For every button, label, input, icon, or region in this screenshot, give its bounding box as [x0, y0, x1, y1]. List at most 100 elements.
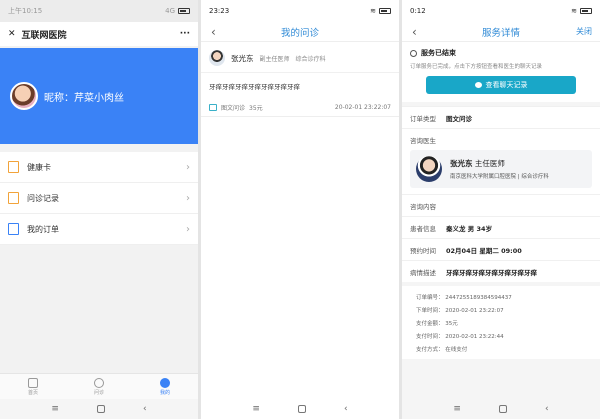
service-status: 服务已结束 订单服务已完成，点击下方按钮查看和医生的聊天记录 查看聊天记录: [402, 42, 600, 102]
row-label: 病情描述: [410, 268, 436, 277]
chat-bubble-icon: [474, 82, 482, 88]
back-icon[interactable]: ‹: [211, 25, 216, 39]
menu-item-label: 问诊记录: [27, 193, 59, 203]
order-icon: [8, 223, 19, 235]
back-icon[interactable]: ‹: [412, 25, 417, 39]
profile-banner: 昵称：芹菜小肉丝: [0, 48, 198, 144]
row-value: 牙痒牙痒牙痒牙痒牙痒牙痒牙痒: [446, 268, 537, 277]
menu-item-health-card[interactable]: 健康卡 ›: [0, 152, 198, 183]
row-label: 患者信息: [410, 224, 436, 233]
order-type-row: 订单类型 图文问诊: [402, 106, 600, 128]
view-chat-label: 查看聊天记录: [485, 81, 528, 89]
wifi-icon: ≋: [370, 7, 376, 15]
row-label: 咨询医生: [410, 136, 436, 145]
status-time: 23:23: [209, 7, 230, 15]
battery-icon: [580, 8, 592, 14]
menu-nav-icon[interactable]: ≡: [51, 404, 59, 414]
back-nav-icon[interactable]: ‹: [143, 404, 147, 414]
doctor-card[interactable]: 张光东 主任医师 南京医科大学附属口腔医院 | 综合诊疗科: [410, 150, 592, 188]
plus-circle-icon: [94, 377, 104, 388]
user-icon: [160, 377, 170, 388]
doctor-name: 张光东: [231, 53, 254, 63]
system-nav-bar: ≡ ‹: [201, 399, 399, 419]
bottom-tab-bar: 首页 问诊 我的: [0, 373, 198, 399]
doctor-title: 主任医师: [474, 159, 505, 168]
consult-text: 牙痒牙痒牙痒牙痒牙痒牙痒牙痒: [209, 83, 300, 91]
clock-icon: [410, 49, 417, 57]
consult-date: 20-02-01 23:22:07: [334, 104, 391, 111]
card-icon: [8, 161, 19, 173]
consult-content-row: 咨询内容: [402, 194, 600, 216]
status-title: 服务已结束: [421, 49, 456, 57]
header: ‹ 服务详情 关闭: [402, 22, 600, 42]
tab-label: 我的: [159, 389, 170, 396]
doctor-name: 张光东: [450, 159, 473, 168]
status-bar: 0:12 ≋: [402, 0, 600, 22]
consult-type: 图文问诊: [221, 105, 246, 112]
row-label: 咨询内容: [410, 202, 436, 211]
back-nav-icon[interactable]: ‹: [545, 404, 549, 414]
close-button[interactable]: 关闭: [576, 26, 592, 37]
wifi-icon: ≋: [571, 7, 577, 15]
row-label: 订单类型: [410, 114, 436, 123]
network-indicator: 4G: [165, 7, 175, 15]
profile-screen: 上午10:15 4G ✕ 互联网医院 ··· 昵称：芹菜小肉丝 健康卡 › 问诊…: [0, 0, 198, 419]
chat-icon: [209, 104, 217, 111]
payment-info: 订单编号： 2447255189384594437 下单时间： 2020-02-…: [402, 286, 600, 359]
order-time: 下单时间： 2020-02-01 23:22:07: [416, 307, 504, 314]
consult-footer: 图文问诊 35元 20-02-01 23:22:07: [201, 99, 399, 117]
doctor-hospital: 南京医科大学附属口腔医院 | 综合诊疗科: [450, 174, 549, 180]
my-consultations-screen: 23:23 ≋ ‹ 我的问诊 张光东 副主任医师 综合诊疗科 牙痒牙痒牙痒牙痒牙…: [201, 0, 399, 419]
menu-nav-icon[interactable]: ≡: [252, 404, 260, 414]
doctor-section-row: 咨询医生: [402, 128, 600, 150]
home-icon: [28, 377, 38, 388]
doctor-row: 张光东 副主任医师 综合诊疗科: [201, 42, 399, 73]
close-icon[interactable]: ✕: [8, 29, 16, 39]
menu-item-label: 健康卡: [27, 162, 51, 172]
page-title: 服务详情: [481, 27, 520, 39]
illness-row: 病情描述 牙痒牙痒牙痒牙痒牙痒牙痒牙痒: [402, 260, 600, 282]
status-bar: 23:23 ≋: [201, 0, 399, 22]
battery-icon: [379, 8, 391, 14]
tab-consult[interactable]: 问诊: [66, 374, 132, 399]
consult-card[interactable]: 张光东 副主任医师 综合诊疗科 牙痒牙痒牙痒牙痒牙痒牙痒牙痒 图文问诊 35元 …: [201, 42, 399, 117]
doctor-dept: 综合诊疗科: [295, 55, 326, 63]
menu-item-label: 我的订单: [27, 224, 59, 234]
page-title: 我的问诊: [280, 27, 319, 39]
tab-label: 问诊: [93, 389, 104, 396]
record-icon: [8, 192, 19, 204]
back-nav-icon[interactable]: ‹: [344, 404, 348, 414]
view-chat-button[interactable]: 查看聊天记录: [426, 76, 576, 94]
menu-nav-icon[interactable]: ≡: [453, 404, 461, 414]
system-nav-bar: ≡ ‹: [0, 399, 198, 419]
header: ‹ 我的问诊: [201, 22, 399, 42]
home-nav-icon[interactable]: [96, 405, 105, 413]
service-detail-screen: 0:12 ≋ ‹ 服务详情 关闭 服务已结束 订单服务已完成，点击下方按钮查看和…: [402, 0, 600, 419]
pay-time: 支付时间： 2020-02-01 23:22:44: [416, 333, 504, 340]
order-number: 订单编号： 2447255189384594437: [416, 294, 512, 301]
doctor-avatar: [209, 50, 225, 66]
patient-row: 患者信息 秦义龙 男 34岁: [402, 216, 600, 238]
tab-mine[interactable]: 我的: [132, 374, 198, 399]
pay-method: 支付方式： 在线支付: [416, 346, 468, 353]
doctor-title: 副主任医师: [259, 55, 290, 63]
tab-home[interactable]: 首页: [0, 374, 66, 399]
status-time: 上午10:15: [8, 7, 43, 15]
status-time: 0:12: [410, 7, 426, 15]
doctor-photo: [416, 156, 442, 182]
more-icon[interactable]: ···: [180, 29, 190, 39]
consult-price: 35元: [249, 105, 263, 112]
status-description: 订单服务已完成，点击下方按钮查看和医生的聊天记录: [410, 64, 543, 70]
menu-item-my-orders[interactable]: 我的订单 ›: [0, 214, 198, 245]
chevron-right-icon: ›: [186, 192, 190, 204]
chevron-right-icon: ›: [186, 223, 190, 235]
chevron-right-icon: ›: [186, 161, 190, 173]
avatar[interactable]: [10, 82, 38, 110]
home-nav-icon[interactable]: [297, 405, 306, 413]
page-title: 互联网医院: [21, 30, 67, 41]
row-value: 图文问诊: [446, 114, 472, 123]
menu-item-consult-records[interactable]: 问诊记录 ›: [0, 183, 198, 214]
order-info: 订单类型 图文问诊 咨询医生 张光东 主任医师 南京医科大学附属口腔医院 | 综…: [402, 106, 600, 282]
home-nav-icon[interactable]: [498, 405, 507, 413]
battery-icon: [178, 8, 190, 14]
